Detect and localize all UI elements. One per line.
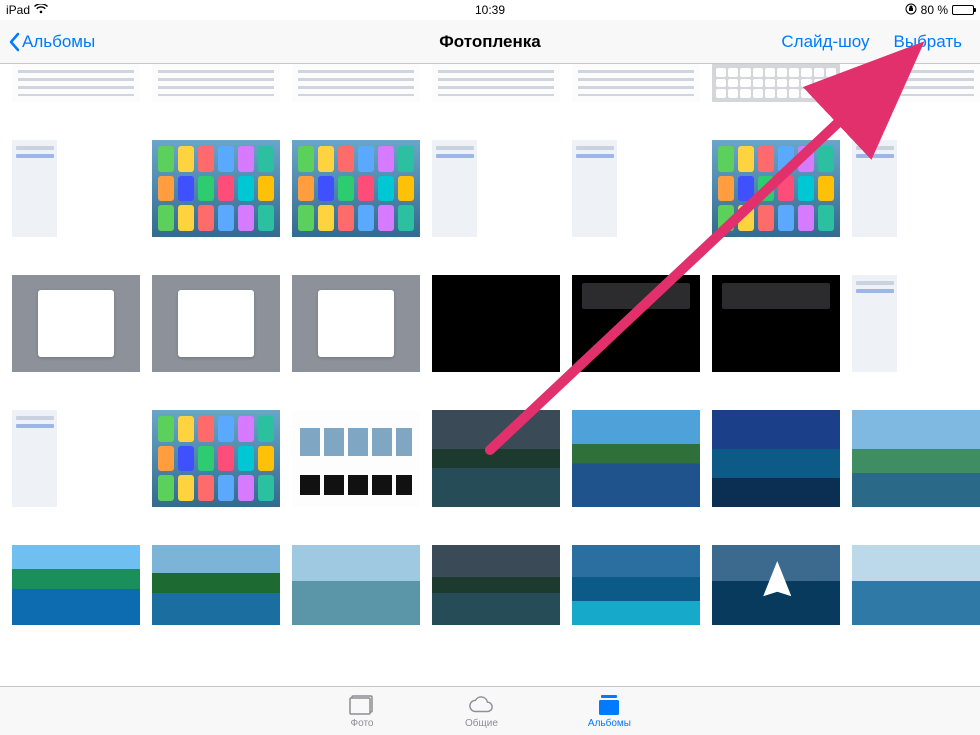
photo-thumbnail[interactable] <box>852 64 980 102</box>
photo-thumbnail[interactable] <box>152 140 280 237</box>
photo-thumbnail[interactable] <box>572 64 700 102</box>
photo-thumbnail[interactable] <box>432 64 560 102</box>
status-left: iPad <box>6 3 48 17</box>
tab-bar: Фото Общие Альбомы <box>0 686 980 735</box>
photo-thumbnail[interactable] <box>712 275 840 372</box>
photo-thumbnail[interactable] <box>852 410 980 507</box>
photo-thumbnail[interactable] <box>152 545 280 625</box>
albums-icon <box>596 694 622 716</box>
photo-thumbnail[interactable] <box>12 410 140 507</box>
photo-thumbnail[interactable] <box>152 275 280 372</box>
photo-thumbnail[interactable] <box>292 275 420 372</box>
photo-thumbnail[interactable] <box>292 410 420 507</box>
photo-thumbnail[interactable] <box>432 275 560 372</box>
chevron-left-icon <box>8 32 20 52</box>
device-label: iPad <box>6 3 30 17</box>
page-title: Фотопленка <box>439 32 541 52</box>
slideshow-button[interactable]: Слайд-шоу <box>781 32 869 52</box>
photo-thumbnail[interactable] <box>712 545 840 625</box>
nav-bar: Альбомы Фотопленка Слайд-шоу Выбрать <box>0 20 980 64</box>
photo-grid <box>12 64 968 625</box>
photo-thumbnail[interactable] <box>12 545 140 625</box>
orientation-lock-icon <box>905 3 917 18</box>
photo-thumbnail[interactable] <box>292 545 420 625</box>
photo-thumbnail[interactable] <box>572 140 700 237</box>
photo-thumbnail[interactable] <box>12 140 140 237</box>
photo-thumbnail[interactable] <box>432 545 560 625</box>
select-button[interactable]: Выбрать <box>894 32 962 52</box>
photo-grid-scroll[interactable] <box>0 64 980 686</box>
photo-thumbnail[interactable] <box>712 64 840 102</box>
photo-thumbnail[interactable] <box>432 140 560 237</box>
photo-thumbnail[interactable] <box>152 410 280 507</box>
status-right: 80 % <box>905 3 974 18</box>
back-button[interactable]: Альбомы <box>0 32 95 52</box>
photo-thumbnail[interactable] <box>852 545 980 625</box>
tab-label: Фото <box>351 718 374 729</box>
photo-thumbnail[interactable] <box>852 275 980 372</box>
photo-thumbnail[interactable] <box>12 275 140 372</box>
photo-thumbnail[interactable] <box>432 410 560 507</box>
tab-label: Общие <box>465 718 498 729</box>
tab-shared[interactable]: Общие <box>465 694 498 729</box>
status-time: 10:39 <box>475 3 505 17</box>
status-bar: iPad 10:39 80 % <box>0 0 980 20</box>
photo-thumbnail[interactable] <box>292 64 420 102</box>
nav-actions: Слайд-шоу Выбрать <box>781 32 980 52</box>
cloud-icon <box>468 694 494 716</box>
photo-thumbnail[interactable] <box>572 410 700 507</box>
photo-thumbnail[interactable] <box>292 140 420 237</box>
photo-thumbnail[interactable] <box>712 410 840 507</box>
battery-pct: 80 % <box>921 3 948 17</box>
wifi-icon <box>34 3 48 17</box>
back-label: Альбомы <box>22 32 95 52</box>
tab-albums[interactable]: Альбомы <box>588 694 631 729</box>
tab-photos[interactable]: Фото <box>349 694 375 729</box>
photo-thumbnail[interactable] <box>12 64 140 102</box>
photo-thumbnail[interactable] <box>852 140 980 237</box>
photo-thumbnail[interactable] <box>572 275 700 372</box>
photos-icon <box>349 694 375 716</box>
photo-thumbnail[interactable] <box>572 545 700 625</box>
photo-thumbnail[interactable] <box>712 140 840 237</box>
tab-label: Альбомы <box>588 718 631 729</box>
battery-icon <box>952 5 974 15</box>
photo-thumbnail[interactable] <box>152 64 280 102</box>
